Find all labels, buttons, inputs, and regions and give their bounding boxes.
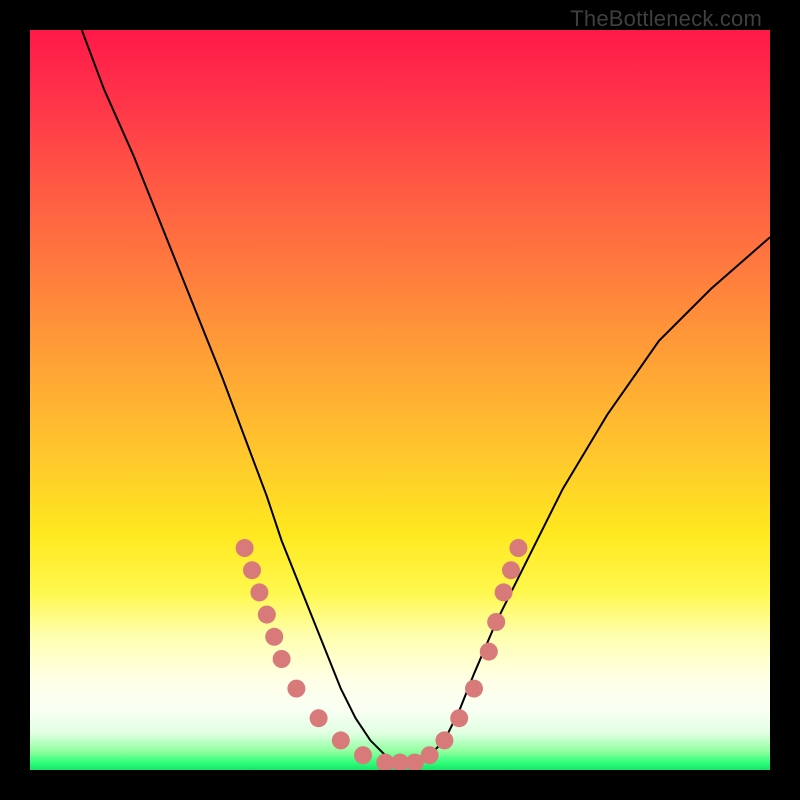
data-dot [421, 746, 439, 764]
data-dot [310, 709, 328, 727]
watermark-text: TheBottleneck.com [570, 6, 762, 32]
data-dot [287, 680, 305, 698]
plot-area [30, 30, 770, 770]
data-dot [250, 583, 268, 601]
data-dot [495, 583, 513, 601]
data-dot [509, 539, 527, 557]
data-dot [435, 731, 453, 749]
data-dot [502, 561, 520, 579]
data-dot [273, 650, 291, 668]
bottleneck-curve [82, 30, 770, 763]
data-dot [332, 731, 350, 749]
data-dot [450, 709, 468, 727]
data-dot [480, 643, 498, 661]
data-dot [354, 746, 372, 764]
chart-frame: TheBottleneck.com [0, 0, 800, 800]
data-dots [236, 539, 528, 770]
data-dot [236, 539, 254, 557]
data-dot [487, 613, 505, 631]
data-dot [243, 561, 261, 579]
data-dot [465, 680, 483, 698]
data-dot [258, 606, 276, 624]
data-dot [265, 628, 283, 646]
curve-layer [30, 30, 770, 770]
